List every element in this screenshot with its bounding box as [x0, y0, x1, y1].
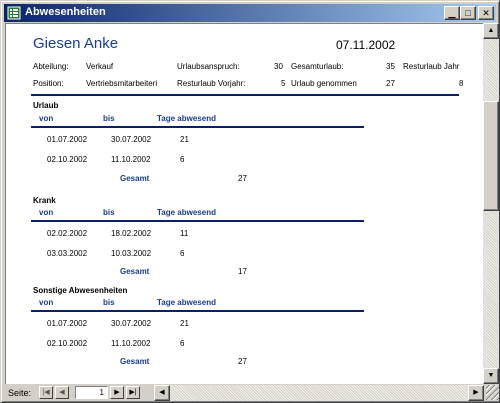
resturlaub-jahr-label: Resturlaub Jahr	[403, 62, 460, 71]
cell-bis: 30.07.2002	[111, 135, 152, 144]
cell-tage: 11	[180, 229, 189, 238]
abteilung-label: Abteilung:	[33, 62, 69, 71]
first-page-button[interactable]: |◀	[39, 386, 53, 399]
header-divider	[31, 94, 459, 96]
scroll-down-button[interactable]: ▼	[483, 368, 499, 384]
window-title: Abwesenheiten	[25, 6, 106, 18]
minimize-icon: ▁	[448, 8, 456, 18]
column-header-von: von	[39, 208, 54, 217]
employee-name: Giesen Anke	[33, 35, 119, 52]
cell-bis: 11.10.2002	[111, 155, 151, 164]
first-page-icon: |◀	[42, 389, 50, 396]
section-divider	[31, 220, 364, 222]
record-navigation-bar: Seite: |◀ ◀ 1 ▶ ▶| ◀ ▶	[4, 384, 499, 401]
report-content: Giesen Anke 07.11.2002 Abteilung: Verkau…	[5, 23, 483, 384]
cell-tage: 6	[180, 249, 185, 258]
column-header-bis: bis	[103, 208, 115, 217]
title-bar[interactable]: Abwesenheiten ▁ □ ✕	[4, 4, 496, 22]
cell-von: 02.10.2002	[47, 155, 88, 164]
vertical-scrollbar[interactable]: ▲ ▼	[483, 23, 499, 384]
last-page-icon: ▶|	[129, 389, 137, 396]
close-button[interactable]: ✕	[478, 6, 494, 20]
urlaub-genommen-label: Urlaub genommen	[291, 79, 357, 88]
cell-von: 01.07.2002	[47, 135, 88, 144]
section-title-krank: Krank	[33, 196, 56, 205]
report-icon	[7, 6, 21, 20]
column-header-tage: Tage abwesend	[157, 208, 216, 217]
gesamt-label: Gesamt	[120, 174, 150, 183]
cell-bis: 18.02.2002	[111, 229, 152, 238]
report-date: 07.11.2002	[336, 38, 396, 52]
position-value: Vertriebsmitarbeiteri	[86, 79, 158, 88]
page-label: Seite:	[8, 388, 32, 398]
section-title-sonstige: Sonstige Abwesenheiten	[33, 286, 128, 295]
gesamt-label: Gesamt	[120, 357, 150, 366]
column-header-bis: bis	[103, 114, 115, 123]
last-page-button[interactable]: ▶|	[126, 386, 140, 399]
arrow-down-icon: ▼	[487, 372, 495, 379]
cell-tage: 21	[180, 135, 189, 144]
page-number-input[interactable]: 1	[75, 386, 108, 399]
column-header-bis: bis	[103, 298, 115, 307]
gesamturlaub-value: 35	[386, 62, 395, 71]
urlaub-genommen-value: 27	[386, 79, 395, 88]
column-header-von: von	[39, 298, 54, 307]
urlaubsanspruch-label: Urlaubsanspruch:	[177, 62, 240, 71]
column-header-von: von	[39, 114, 54, 123]
cell-von: 03.03.2002	[47, 249, 88, 258]
gesamt-label: Gesamt	[120, 267, 150, 276]
cell-tage: 6	[180, 155, 185, 164]
previous-page-button[interactable]: ◀	[55, 386, 69, 399]
arrow-right-icon: ▶	[473, 389, 479, 396]
cell-von: 02.02.2002	[47, 229, 88, 238]
previous-page-icon: ◀	[59, 389, 65, 396]
section-title-urlaub: Urlaub	[33, 101, 59, 110]
next-page-icon: ▶	[114, 389, 120, 396]
maximize-button[interactable]: □	[460, 6, 476, 20]
gesamt-value: 27	[238, 357, 247, 366]
section-divider	[31, 310, 364, 312]
cell-tage: 6	[180, 339, 185, 348]
maximize-icon: □	[465, 8, 471, 18]
resturlaub-vorjahr-value: 5	[281, 79, 286, 88]
cell-bis: 30.07.2002	[111, 319, 152, 328]
scroll-thumb[interactable]	[483, 101, 499, 211]
resize-grip-icon[interactable]	[486, 385, 499, 400]
urlaubsanspruch-value: 30	[274, 62, 283, 71]
position-label: Position:	[33, 79, 64, 88]
scroll-left-button[interactable]: ◀	[154, 385, 170, 401]
gesamturlaub-label: Gesamturlaub:	[291, 62, 344, 71]
abteilung-value: Verkauf	[86, 62, 114, 71]
report-window: Abwesenheiten ▁ □ ✕ Giesen Anke 07.11.20…	[0, 0, 500, 403]
next-page-button[interactable]: ▶	[110, 386, 124, 399]
cell-von: 02.10.2002	[47, 339, 88, 348]
gesamt-value: 27	[238, 174, 247, 183]
section-divider	[31, 126, 364, 128]
arrow-up-icon: ▲	[487, 27, 495, 34]
cell-bis: 11.10.2002	[111, 339, 151, 348]
cell-tage: 21	[180, 319, 189, 328]
arrow-left-icon: ◀	[159, 389, 165, 396]
resturlaub-jahr-value: 8	[459, 79, 464, 88]
horizontal-scrollbar[interactable]: ◀ ▶	[154, 385, 484, 401]
gesamt-value: 17	[238, 267, 247, 276]
column-header-tage: Tage abwesend	[157, 298, 216, 307]
cell-bis: 10.03.2002	[111, 249, 152, 258]
resturlaub-vorjahr-label: Resturlaub Vorjahr:	[177, 79, 246, 88]
cell-von: 01.07.2002	[47, 319, 88, 328]
minimize-button[interactable]: ▁	[444, 6, 460, 20]
scroll-up-button[interactable]: ▲	[483, 23, 499, 39]
close-icon: ✕	[482, 8, 490, 18]
column-header-tage: Tage abwesend	[157, 114, 216, 123]
scroll-right-button[interactable]: ▶	[468, 385, 484, 401]
